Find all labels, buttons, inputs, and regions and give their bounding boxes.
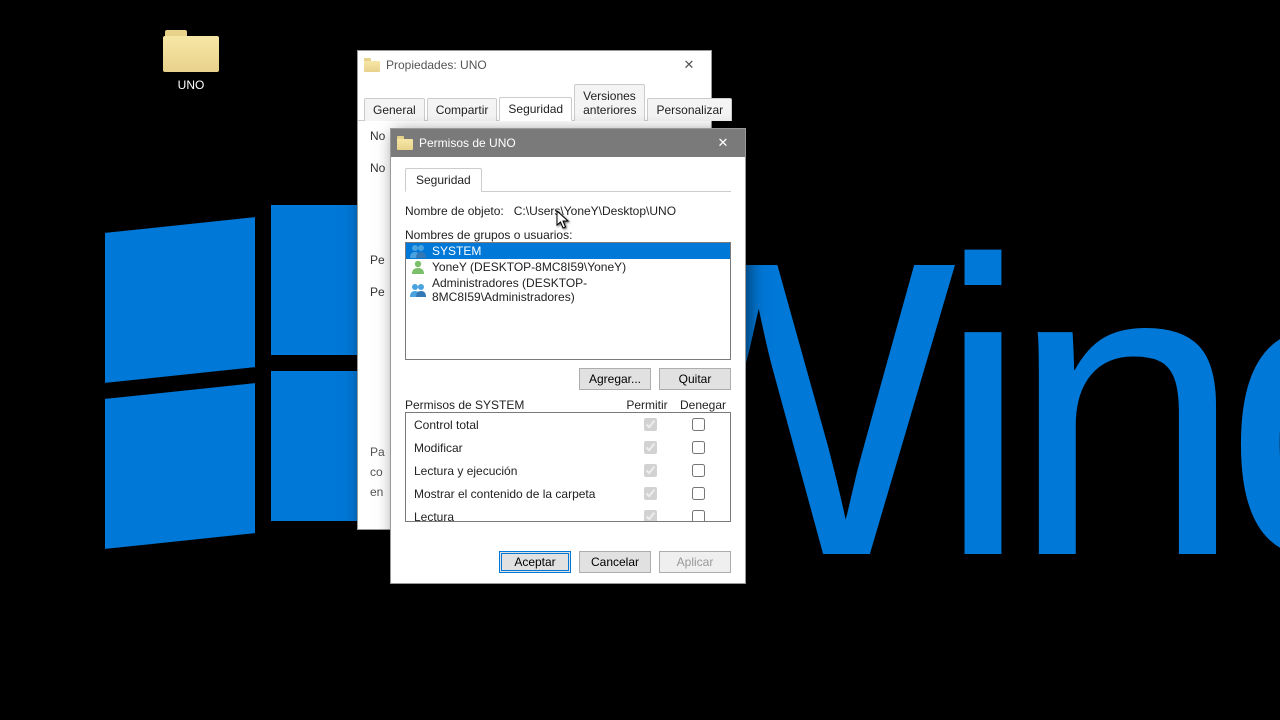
permission-row: Control total xyxy=(406,413,730,436)
group-item-label: YoneY (DESKTOP-8MC8I59\YoneY) xyxy=(432,260,626,274)
tab-general[interactable]: General xyxy=(364,98,425,121)
deny-checkbox[interactable] xyxy=(692,418,705,431)
permission-row: Mostrar el contenido de la carpeta xyxy=(406,482,730,505)
permissions-for-label: Permisos de SYSTEM xyxy=(405,398,619,412)
properties-titlebar[interactable]: Propiedades: UNO ✕ xyxy=(358,51,711,79)
close-icon[interactable]: ✕ xyxy=(701,129,745,157)
tab-personalizar[interactable]: Personalizar xyxy=(647,98,732,121)
allow-checkbox[interactable] xyxy=(644,510,657,521)
group-icon xyxy=(410,283,426,297)
permission-name: Mostrar el contenido de la carpeta xyxy=(414,487,626,501)
tab-seguridad[interactable]: Seguridad xyxy=(405,168,482,192)
deny-checkbox[interactable] xyxy=(692,441,705,454)
close-icon[interactable]: ✕ xyxy=(667,51,711,79)
permissions-titlebar[interactable]: Permisos de UNO ✕ xyxy=(391,129,745,157)
permission-row: Lectura xyxy=(406,505,730,521)
permission-name: Modificar xyxy=(414,441,626,455)
deny-checkbox[interactable] xyxy=(692,487,705,500)
permissions-tabs: Seguridad xyxy=(405,165,731,192)
allow-checkbox[interactable] xyxy=(644,418,657,431)
desktop-folder-label: UNO xyxy=(150,78,232,92)
tab-versiones-anteriores[interactable]: Versiones anteriores xyxy=(574,84,645,121)
allow-checkbox[interactable] xyxy=(644,487,657,500)
object-name-value: C:\Users\YoneY\Desktop\UNO xyxy=(514,204,676,218)
groups-label: Nombres de grupos o usuarios: xyxy=(405,228,731,242)
permission-name: Lectura xyxy=(414,510,626,522)
permission-name: Control total xyxy=(414,418,626,432)
group-item[interactable]: Administradores (DESKTOP-8MC8I59\Adminis… xyxy=(406,275,730,305)
permissions-table: Control total Modificar Lectura y ejecució… xyxy=(405,412,731,522)
group-item-label: Administradores (DESKTOP-8MC8I59\Adminis… xyxy=(432,276,726,304)
groups-list[interactable]: SYSTEM YoneY (DESKTOP-8MC8I59\YoneY) Admin… xyxy=(405,242,731,360)
group-item[interactable]: SYSTEM xyxy=(406,243,730,259)
tab-seguridad[interactable]: Seguridad xyxy=(499,97,572,121)
deny-checkbox[interactable] xyxy=(692,464,705,477)
permission-row: Lectura y ejecución xyxy=(406,459,730,482)
add-button[interactable]: Agregar... xyxy=(579,368,651,390)
group-item[interactable]: YoneY (DESKTOP-8MC8I59\YoneY) xyxy=(406,259,730,275)
folder-icon xyxy=(163,30,219,72)
permission-row: Modificar xyxy=(406,436,730,459)
apply-button[interactable]: Aplicar xyxy=(659,551,731,573)
column-allow: Permitir xyxy=(619,398,675,412)
user-icon xyxy=(410,260,426,274)
ok-button[interactable]: Aceptar xyxy=(499,551,571,573)
tab-compartir[interactable]: Compartir xyxy=(427,98,498,121)
permissions-title: Permisos de UNO xyxy=(419,136,516,150)
cancel-button[interactable]: Cancelar xyxy=(579,551,651,573)
properties-tabs: GeneralCompartirSeguridadVersiones anter… xyxy=(358,79,711,121)
allow-checkbox[interactable] xyxy=(644,441,657,454)
properties-title: Propiedades: UNO xyxy=(386,58,487,72)
permission-name: Lectura y ejecución xyxy=(414,464,626,478)
remove-button[interactable]: Quitar xyxy=(659,368,731,390)
column-deny: Denegar xyxy=(675,398,731,412)
desktop-folder-uno[interactable]: UNO xyxy=(150,30,232,92)
folder-icon xyxy=(397,136,413,150)
folder-icon xyxy=(364,58,380,72)
group-icon xyxy=(410,244,426,258)
deny-checkbox[interactable] xyxy=(692,510,705,521)
object-name-label: Nombre de objeto: xyxy=(405,204,504,218)
allow-checkbox[interactable] xyxy=(644,464,657,477)
permissions-dialog[interactable]: Permisos de UNO ✕ Seguridad Nombre de ob… xyxy=(390,128,746,584)
group-item-label: SYSTEM xyxy=(432,244,481,258)
